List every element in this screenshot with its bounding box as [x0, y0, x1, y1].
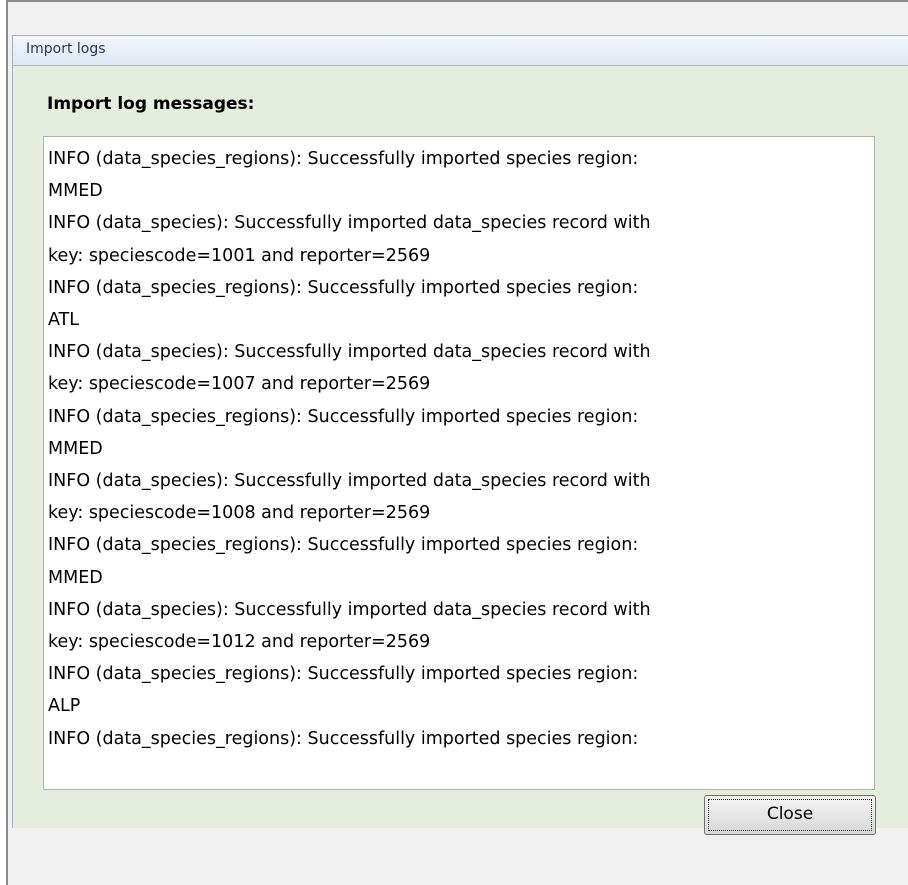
log-line: key: speciescode=1008 and reporter=2569 — [48, 503, 431, 524]
log-line: INFO (data_species): Successfully import… — [48, 342, 651, 363]
log-line: INFO (data_species): Successfully import… — [48, 471, 651, 492]
log-line: INFO (data_species_regions): Successfull… — [48, 277, 639, 298]
log-line: MMED — [48, 181, 103, 202]
close-button-label: Close — [766, 804, 814, 824]
log-line: MMED — [48, 438, 103, 459]
log-line: INFO (data_species_regions): Successfull… — [48, 664, 639, 685]
log-line: INFO (data_species_regions): Successfull… — [48, 406, 639, 427]
dialog-title: Import logs — [26, 41, 106, 57]
dialog-title-bar[interactable]: Import logs — [13, 36, 908, 66]
log-line: INFO (data_species_regions): Successfull… — [48, 535, 639, 556]
log-messages-textbox[interactable]: INFO (data_species_regions): Successfull… — [43, 136, 875, 790]
log-line: ALP — [48, 696, 81, 717]
log-line: ATL — [48, 310, 80, 331]
log-line: MMED — [48, 567, 103, 588]
log-line: key: speciescode=1007 and reporter=2569 — [48, 374, 431, 395]
close-button[interactable]: Close — [704, 795, 876, 835]
log-line: INFO (data_species): Successfully import… — [48, 213, 651, 234]
log-heading: Import log messages: — [47, 94, 255, 114]
log-line: INFO (data_species): Successfully import… — [48, 599, 651, 620]
log-line: key: speciescode=1001 and reporter=2569 — [48, 245, 431, 266]
import-logs-dialog: Import logs Import log messages: INFO (d… — [12, 35, 908, 835]
log-line: INFO (data_species_regions): Successfull… — [48, 149, 639, 169]
log-line: key: speciescode=1012 and reporter=2569 — [48, 632, 431, 653]
log-line: INFO (data_species_regions): Successfull… — [48, 728, 639, 749]
